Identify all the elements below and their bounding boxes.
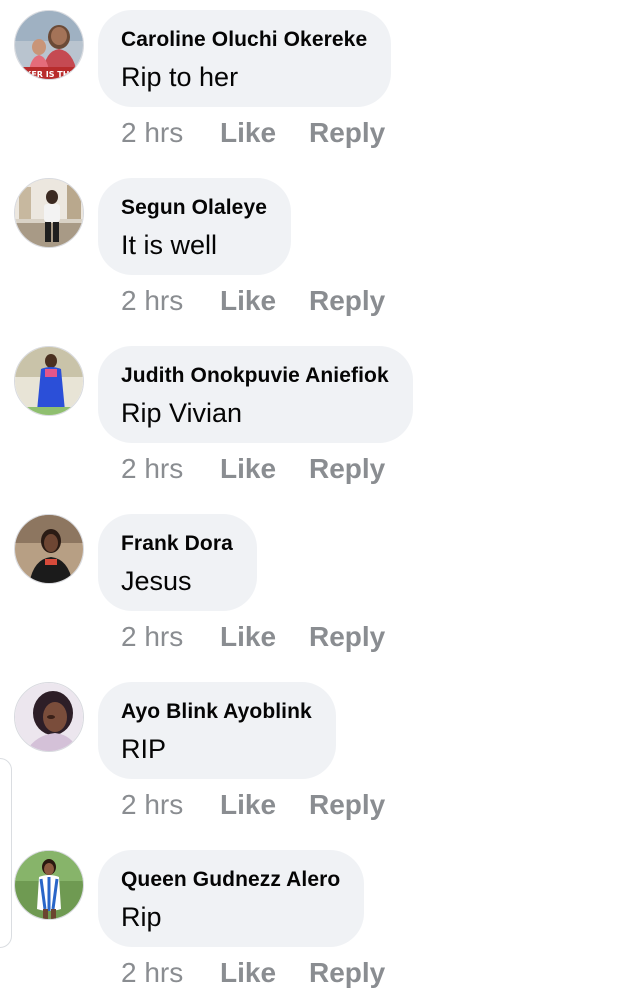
avatar[interactable]: KER IS THE (14, 10, 84, 80)
like-button[interactable]: Like (220, 453, 309, 485)
reply-button[interactable]: Reply (309, 453, 385, 485)
comment-item: Segun Olaleye It is well 2 hrs Like Repl… (0, 168, 629, 336)
comment-actions: 2 hrs Like Reply (121, 281, 385, 321)
comment-author[interactable]: Caroline Oluchi Okereke (121, 27, 367, 53)
comment-actions: 2 hrs Like Reply (121, 953, 385, 993)
avatar[interactable] (14, 178, 84, 248)
comment-bubble: Ayo Blink Ayoblink RIP (98, 682, 336, 779)
like-button[interactable]: Like (220, 789, 309, 821)
reply-button[interactable]: Reply (309, 117, 385, 149)
like-button[interactable]: Like (220, 285, 309, 317)
comment-item: Ayo Blink Ayoblink RIP 2 hrs Like Reply (0, 672, 629, 840)
comment-author[interactable]: Frank Dora (121, 531, 233, 557)
user-photo-icon: KER IS THE (15, 11, 83, 79)
comment-timestamp[interactable]: 2 hrs (121, 117, 220, 149)
comment-item: KER IS THE Caroline Oluchi Okereke Rip t… (0, 0, 629, 168)
comment-bubble: Judith Onokpuvie Aniefiok Rip Vivian (98, 346, 413, 443)
comment-author[interactable]: Judith Onokpuvie Aniefiok (121, 363, 389, 389)
avatar[interactable] (14, 850, 84, 920)
comment-item: Queen Gudnezz Alero Rip 2 hrs Like Reply (0, 840, 629, 1008)
comment-timestamp[interactable]: 2 hrs (121, 621, 220, 653)
comment-item: Judith Onokpuvie Aniefiok Rip Vivian 2 h… (0, 336, 629, 504)
comment-item: Frank Dora Jesus 2 hrs Like Reply (0, 504, 629, 672)
comment-bubble: Queen Gudnezz Alero Rip (98, 850, 365, 947)
like-button[interactable]: Like (220, 117, 309, 149)
like-button[interactable]: Like (220, 621, 309, 653)
reply-button[interactable]: Reply (309, 789, 385, 821)
svg-text:KER IS THE: KER IS THE (25, 70, 75, 79)
comment-bubble: Frank Dora Jesus (98, 514, 257, 611)
comment-timestamp[interactable]: 2 hrs (121, 957, 220, 989)
reply-button[interactable]: Reply (309, 621, 385, 653)
comment-actions: 2 hrs Like Reply (121, 449, 385, 489)
comment-author[interactable]: Ayo Blink Ayoblink (121, 699, 312, 725)
comment-text: Jesus (121, 566, 192, 596)
comment-actions: 2 hrs Like Reply (121, 617, 385, 657)
comment-actions: 2 hrs Like Reply (121, 113, 385, 153)
comment-author[interactable]: Queen Gudnezz Alero (121, 867, 340, 893)
user-photo-icon (15, 851, 83, 919)
user-photo-icon (15, 683, 83, 751)
comment-bubble: Segun Olaleye It is well (98, 178, 292, 275)
user-photo-icon (15, 347, 83, 415)
comment-text: Rip (121, 902, 162, 932)
comment-timestamp[interactable]: 2 hrs (121, 453, 220, 485)
comment-author[interactable]: Segun Olaleye (121, 195, 267, 221)
user-photo-icon (15, 179, 83, 247)
reply-button[interactable]: Reply (309, 957, 385, 989)
comment-text: It is well (121, 230, 218, 260)
user-photo-icon (15, 515, 83, 583)
comment-actions: 2 hrs Like Reply (121, 785, 385, 825)
comment-timestamp[interactable]: 2 hrs (121, 789, 220, 821)
avatar[interactable] (14, 514, 84, 584)
comment-text: RIP (121, 734, 167, 764)
comment-text: Rip Vivian (121, 398, 243, 428)
comment-timestamp[interactable]: 2 hrs (121, 285, 220, 317)
comment-bubble: Caroline Oluchi Okereke Rip to her (98, 10, 392, 107)
comment-text: Rip to her (121, 62, 239, 92)
avatar[interactable] (14, 682, 84, 752)
reply-button[interactable]: Reply (309, 285, 385, 317)
avatar[interactable] (14, 346, 84, 416)
like-button[interactable]: Like (220, 957, 309, 989)
